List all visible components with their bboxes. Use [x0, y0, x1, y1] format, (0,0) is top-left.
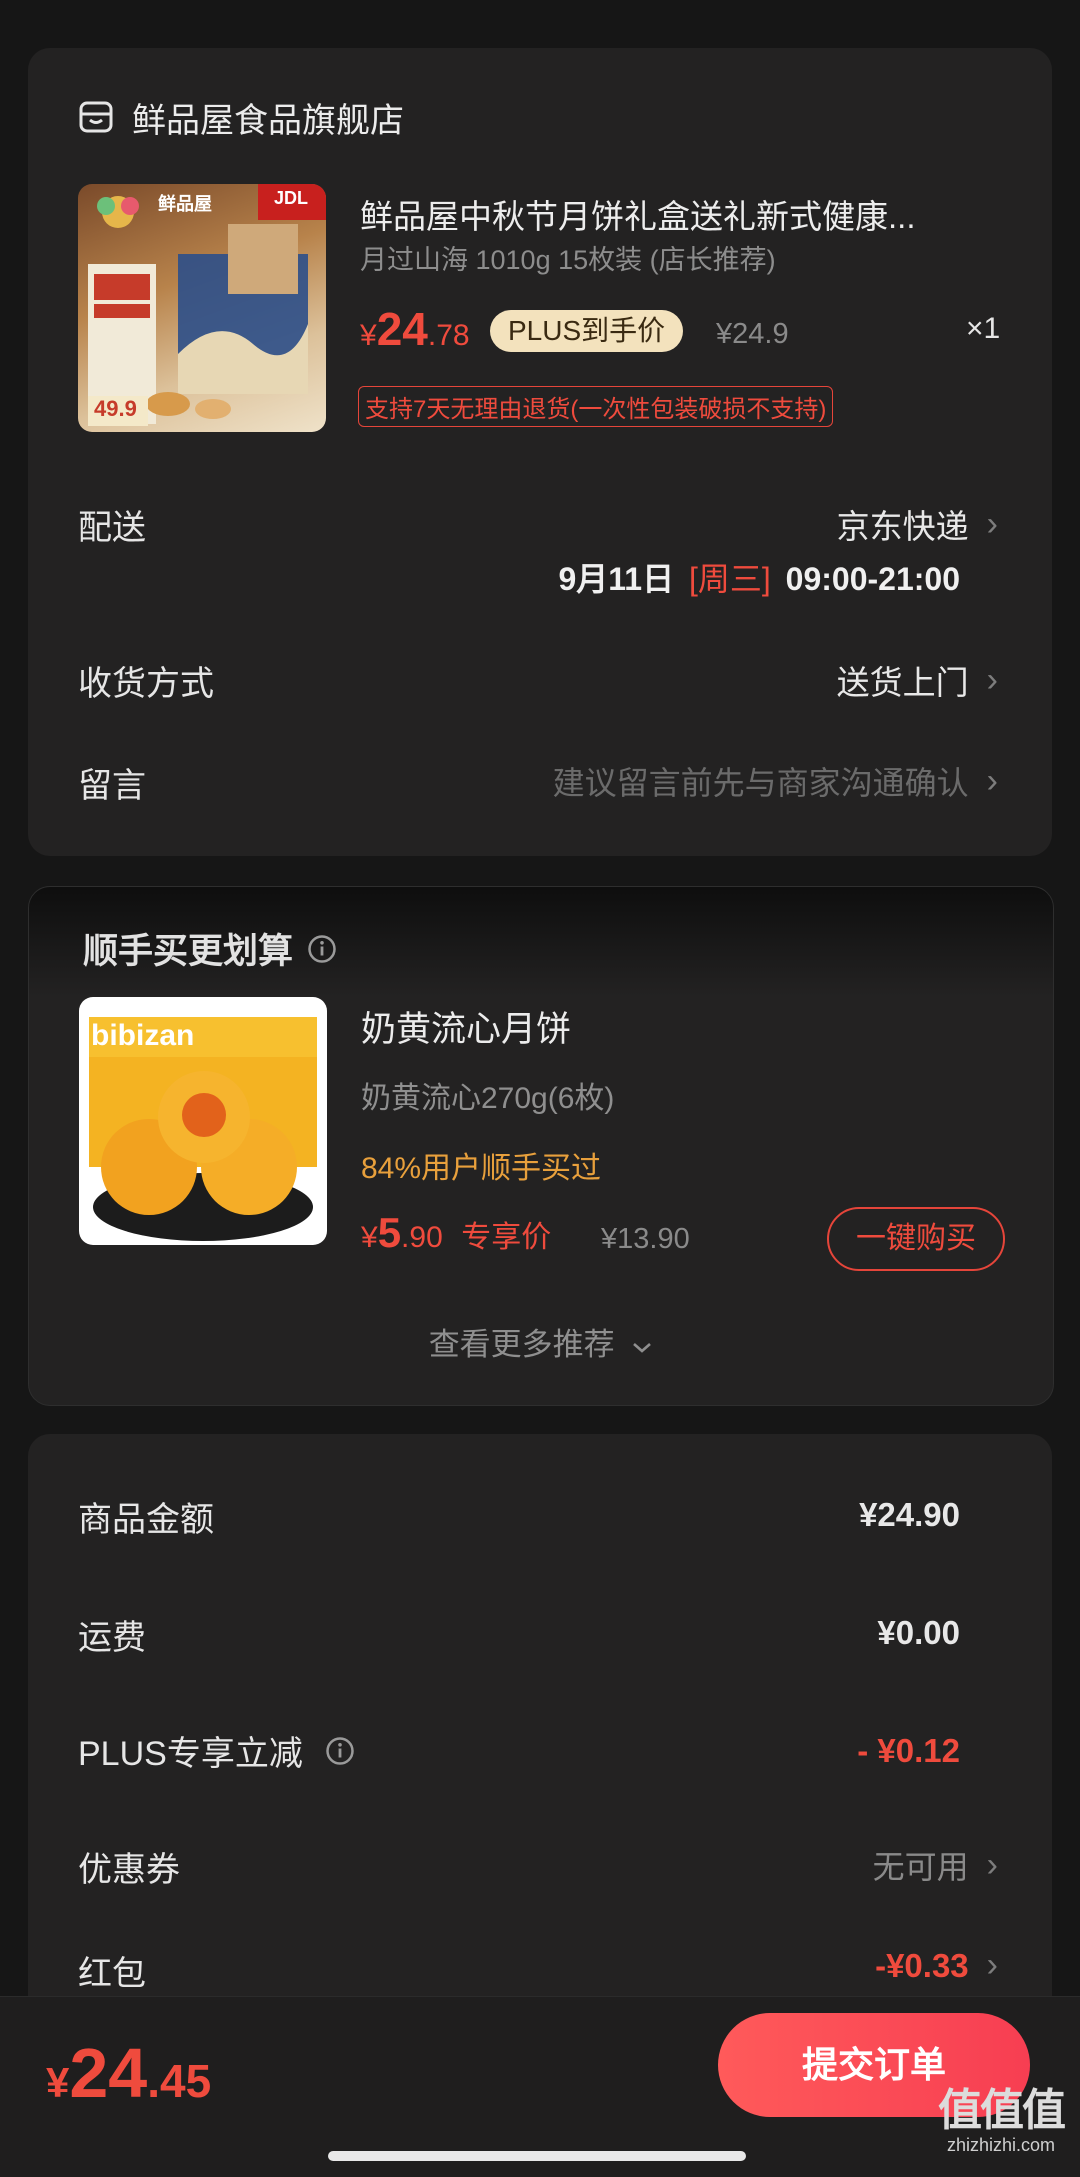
chevron-right-icon: › [986, 504, 998, 543]
product-price-int: 24 [376, 303, 428, 355]
delivery-carrier: 京东快递 [836, 508, 969, 545]
product-orig-price: ¥24.9 [716, 318, 789, 350]
message-label: 留言 [78, 767, 146, 805]
home-indicator [328, 2151, 746, 2161]
redpacket-selector[interactable]: -¥0.33 › [875, 1946, 998, 1985]
summary-plus-value: - ¥0.12 [857, 1732, 960, 1769]
chevron-right-icon: › [986, 1946, 998, 1984]
chevron-right-icon: › [986, 660, 998, 699]
more-recommend-label: 查看更多推荐 [428, 1327, 615, 1362]
plus-price-tag: PLUS到手价 [490, 310, 684, 352]
delivery-carrier-row[interactable]: 京东快递 › [837, 500, 998, 548]
checkout-bar: ¥24.45 提交订单 值值值 zhizhizhi.com [0, 1996, 1080, 2177]
store-name: 鲜品屋食品旗舰店 [132, 101, 404, 140]
store-icon [78, 100, 114, 134]
product-title[interactable]: 鲜品屋中秋节月饼礼盒送礼新式健康... [360, 190, 1000, 238]
recommend-header: 顺手买更划算 [83, 923, 337, 974]
receive-method-value: 送货上门 [836, 664, 969, 701]
chevron-right-icon: › [986, 1845, 998, 1884]
store-header[interactable]: 鲜品屋食品旗舰店 [78, 92, 404, 142]
product-quantity: ×1 [966, 312, 1001, 345]
delivery-time[interactable]: 9月11日 [周三] 09:00-21:00 [558, 554, 960, 600]
summary-redpacket-label: 红包 [78, 1955, 146, 1993]
watermark: 值值值 zhizhizhi.com [926, 2087, 1076, 2156]
product-price: ¥24.78 [360, 302, 470, 356]
total-dec: .45 [147, 2055, 212, 2107]
total-int: 24 [69, 2034, 148, 2112]
image-brand-text: 鲜品屋 [158, 194, 212, 214]
product-price-dec: .78 [427, 319, 470, 352]
summary-plus-row: PLUS专享立减 [78, 1726, 355, 1775]
product-price-currency: ¥ [360, 319, 377, 352]
recommend-price-currency: ¥ [361, 1221, 378, 1254]
image-price-badge: 49.9 [94, 396, 137, 421]
info-icon[interactable] [307, 934, 337, 964]
recommend-item-price: ¥5.90 专享价 [361, 1209, 551, 1257]
receive-method-row[interactable]: 送货上门 › [837, 656, 998, 704]
recommend-item-spec: 奶黄流心270g(6枚) [361, 1082, 615, 1115]
summary-shipping-value: ¥0.00 [877, 1614, 960, 1651]
chevron-right-icon: › [986, 761, 998, 800]
summary-goods-value: ¥24.90 [859, 1496, 960, 1533]
order-store-card: 鲜品屋食品旗舰店 鲜品屋 JDL 49.9 鲜品屋中秋节月饼礼盒送礼新式健康..… [28, 48, 1052, 856]
image-jdl-badge: JDL [274, 188, 309, 208]
recommend-price-dec: .90 [401, 1221, 443, 1254]
message-placeholder: 建议留言前先与商家沟通确认 [552, 765, 969, 801]
price-summary-card: 商品金额 ¥24.90 运费 ¥0.00 PLUS专享立减 - ¥0.12 优惠… [28, 1434, 1052, 2074]
delivery-hours: 09:00-21:00 [785, 561, 960, 597]
recommend-item-name[interactable]: 奶黄流心月饼 [361, 1001, 571, 1052]
delivery-weekday: [周三] [688, 561, 771, 597]
recommend-social-proof: 84%用户顺手买过 [361, 1152, 602, 1185]
summary-coupon-label: 优惠券 [78, 1851, 180, 1889]
summary-plus-label: PLUS专享立减 [78, 1735, 303, 1773]
product-spec: 月过山海 1010g 15枚装 (店长推荐) [360, 245, 776, 275]
recommend-card: 顺手买更划算 bibizan 奶黄流心月饼 奶黄流心270g(6枚) 84%用户… [28, 886, 1054, 1406]
recommend-title: 顺手买更划算 [83, 932, 294, 971]
summary-coupon-value: 无可用 [872, 1849, 969, 1885]
more-recommend-link[interactable]: 查看更多推荐 [29, 1319, 1053, 1364]
total-price: ¥24.45 [46, 2033, 211, 2113]
total-currency: ¥ [46, 2059, 70, 2106]
receive-label: 收货方式 [78, 665, 214, 703]
watermark-url: zhizhizhi.com [946, 2135, 1056, 2155]
watermark-logo: 值值值 [938, 2086, 1066, 2135]
recommend-image-brand: bibizan [91, 1019, 195, 1052]
one-click-buy-button[interactable]: 一键购买 [827, 1207, 1005, 1271]
message-input[interactable]: 建议留言前先与商家沟通确认 › [553, 758, 998, 804]
delivery-date: 9月11日 [558, 561, 675, 597]
recommend-item-image[interactable]: bibizan [79, 997, 327, 1245]
delivery-label: 配送 [78, 509, 146, 547]
summary-shipping-label: 运费 [78, 1619, 146, 1657]
return-policy-tag: 支持7天无理由退货(一次性包装破损不支持) [358, 386, 834, 427]
recommend-price-tag: 专享价 [461, 1221, 552, 1254]
recommend-orig-price: ¥13.90 [601, 1223, 690, 1255]
summary-goods-label: 商品金额 [78, 1501, 214, 1539]
summary-redpacket-value: -¥0.33 [875, 1946, 969, 1984]
coupon-selector[interactable]: 无可用 › [873, 1842, 998, 1888]
recommend-price-int: 5 [377, 1209, 402, 1256]
info-icon[interactable] [325, 1736, 355, 1766]
chevron-down-icon [631, 1327, 653, 1363]
product-image[interactable]: 鲜品屋 JDL 49.9 [78, 184, 326, 432]
